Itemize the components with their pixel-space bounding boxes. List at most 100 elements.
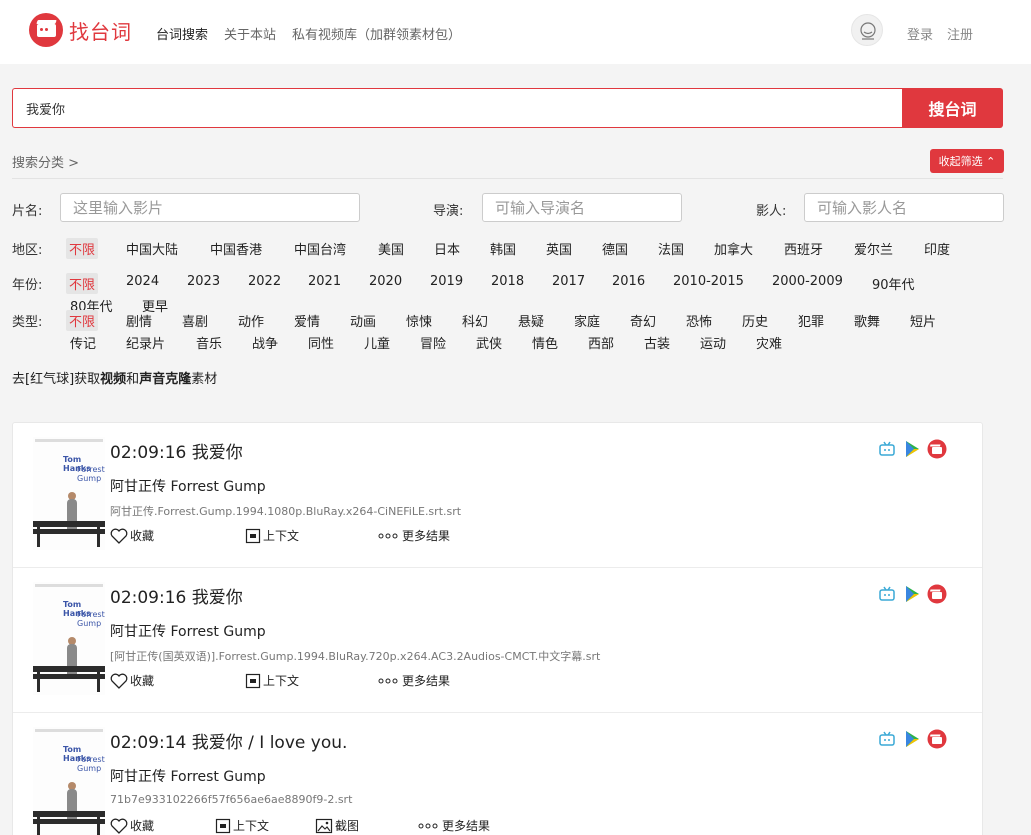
year-option[interactable]: 2022 bbox=[248, 274, 281, 289]
title-input[interactable] bbox=[60, 193, 360, 222]
genre-option[interactable]: 爱情 bbox=[294, 311, 320, 330]
avatar-icon[interactable] bbox=[851, 14, 883, 46]
genre-option[interactable]: 剧情 bbox=[126, 311, 152, 330]
play-store-icon[interactable] bbox=[902, 439, 922, 459]
region-option[interactable]: 中国香港 bbox=[210, 239, 262, 258]
register-link[interactable]: 注册 bbox=[947, 24, 973, 43]
nav-item-about[interactable]: 关于本站 bbox=[224, 24, 276, 43]
genre-option[interactable]: 纪录片 bbox=[126, 333, 165, 352]
region-option[interactable]: 德国 bbox=[602, 239, 628, 258]
context-button[interactable]: 上下文 bbox=[245, 672, 299, 689]
genre-option[interactable]: 古装 bbox=[644, 333, 670, 352]
movie-poster[interactable]: Tom Hanks Forrest Gump bbox=[33, 437, 105, 550]
favorite-button[interactable]: 收藏 bbox=[110, 672, 154, 689]
genre-option[interactable]: 西部 bbox=[588, 333, 614, 352]
region-option[interactable]: 中国台湾 bbox=[294, 239, 346, 258]
play-store-icon[interactable] bbox=[902, 584, 922, 604]
genre-option[interactable]: 儿童 bbox=[364, 333, 390, 352]
more-results-button[interactable]: 更多结果 bbox=[418, 817, 490, 834]
movie-title[interactable]: 阿甘正传 Forrest Gump bbox=[110, 766, 266, 786]
play-store-icon[interactable] bbox=[902, 729, 922, 749]
year-option[interactable]: 2021 bbox=[308, 274, 341, 289]
year-option[interactable]: 2010-2015 bbox=[673, 274, 744, 289]
region-option[interactable]: 不限 bbox=[66, 238, 99, 259]
genre-option[interactable]: 武侠 bbox=[476, 333, 502, 352]
site-logo[interactable]: 找台词 bbox=[29, 13, 132, 47]
more-results-button[interactable]: 更多结果 bbox=[378, 527, 450, 544]
context-button[interactable]: 上下文 bbox=[245, 527, 299, 544]
movie-title[interactable]: 阿甘正传 Forrest Gump bbox=[110, 621, 266, 641]
region-option[interactable]: 印度 bbox=[924, 239, 950, 258]
region-option[interactable]: 日本 bbox=[434, 239, 460, 258]
genre-option[interactable]: 动画 bbox=[350, 311, 376, 330]
favorite-button[interactable]: 收藏 bbox=[110, 527, 154, 544]
region-option[interactable]: 加拿大 bbox=[714, 239, 753, 258]
genre-option[interactable]: 不限 bbox=[66, 310, 99, 331]
genre-option[interactable]: 战争 bbox=[252, 333, 278, 352]
region-option[interactable]: 韩国 bbox=[490, 239, 516, 258]
region-option[interactable]: 中国大陆 bbox=[126, 239, 178, 258]
region-option[interactable]: 法国 bbox=[658, 239, 684, 258]
movie-poster[interactable]: Tom Hanks Forrest Gump bbox=[33, 727, 105, 835]
collapse-filter-button[interactable]: 收起筛选 ⌃ bbox=[930, 149, 1004, 173]
year-option[interactable]: 2024 bbox=[126, 274, 159, 289]
video-app-icon[interactable] bbox=[927, 584, 947, 604]
year-option[interactable]: 2017 bbox=[552, 274, 585, 289]
more-results-button[interactable]: 更多结果 bbox=[378, 672, 450, 689]
genre-option[interactable]: 灾难 bbox=[756, 333, 782, 352]
genre-option[interactable]: 科幻 bbox=[462, 311, 488, 330]
nav-item-private-library[interactable]: 私有视频库（加群领素材包） bbox=[292, 24, 461, 43]
subtitle-line[interactable]: 02:09:16 我爱你 bbox=[110, 583, 243, 608]
region-option[interactable]: 西班牙 bbox=[784, 239, 823, 258]
genre-option[interactable]: 恐怖 bbox=[686, 311, 712, 330]
year-option[interactable]: 2016 bbox=[612, 274, 645, 289]
bilibili-icon[interactable] bbox=[877, 729, 897, 749]
genre-option[interactable]: 惊悚 bbox=[406, 311, 432, 330]
bilibili-icon[interactable] bbox=[877, 584, 897, 604]
genre-option[interactable]: 冒险 bbox=[420, 333, 446, 352]
nav-item-line-search[interactable]: 台词搜索 bbox=[156, 24, 208, 43]
bilibili-icon[interactable] bbox=[877, 439, 897, 459]
genre-option[interactable]: 悬疑 bbox=[518, 311, 544, 330]
genre-option[interactable]: 短片 bbox=[910, 311, 936, 330]
subtitle-line[interactable]: 02:09:14 我爱你 / I love you. bbox=[110, 728, 347, 753]
year-option[interactable]: 90年代 bbox=[872, 274, 915, 293]
video-app-icon[interactable] bbox=[927, 729, 947, 749]
genre-option[interactable]: 同性 bbox=[308, 333, 334, 352]
subtitle-line[interactable]: 02:09:16 我爱你 bbox=[110, 438, 243, 463]
movie-poster[interactable]: Tom Hanks Forrest Gump bbox=[33, 582, 105, 695]
search-input[interactable] bbox=[12, 88, 903, 128]
year-option[interactable]: 2018 bbox=[491, 274, 524, 289]
movie-title[interactable]: 阿甘正传 Forrest Gump bbox=[110, 476, 266, 496]
favorite-button[interactable]: 收藏 bbox=[110, 817, 154, 834]
main-nav: 台词搜索 关于本站 私有视频库（加群领素材包） bbox=[156, 24, 477, 43]
search-button[interactable]: 搜台词 bbox=[902, 88, 1003, 128]
genre-option[interactable]: 歌舞 bbox=[854, 311, 880, 330]
genre-option[interactable]: 动作 bbox=[238, 311, 264, 330]
genre-option[interactable]: 犯罪 bbox=[798, 311, 824, 330]
year-option[interactable]: 2019 bbox=[430, 274, 463, 289]
genre-option[interactable]: 喜剧 bbox=[182, 311, 208, 330]
director-input[interactable] bbox=[482, 193, 682, 222]
genre-option[interactable]: 家庭 bbox=[574, 311, 600, 330]
actor-input[interactable] bbox=[804, 193, 1004, 222]
screenshot-button[interactable]: 截图 bbox=[315, 817, 359, 834]
genre-option[interactable]: 奇幻 bbox=[630, 311, 656, 330]
promo-link[interactable]: 去[红气球]获取视频和声音克隆素材 bbox=[12, 368, 217, 387]
year-option[interactable]: 2020 bbox=[369, 274, 402, 289]
year-option[interactable]: 2000-2009 bbox=[772, 274, 843, 289]
region-option[interactable]: 美国 bbox=[378, 239, 404, 258]
genre-option[interactable]: 运动 bbox=[700, 333, 726, 352]
context-button[interactable]: 上下文 bbox=[215, 817, 269, 834]
genre-option[interactable]: 音乐 bbox=[196, 333, 222, 352]
genre-option[interactable]: 传记 bbox=[70, 333, 96, 352]
video-app-icon[interactable] bbox=[927, 439, 947, 459]
year-option[interactable]: 2023 bbox=[187, 274, 220, 289]
login-link[interactable]: 登录 bbox=[907, 24, 933, 43]
year-option[interactable]: 不限 bbox=[66, 273, 99, 294]
genre-option[interactable]: 情色 bbox=[532, 333, 558, 352]
region-option[interactable]: 英国 bbox=[546, 239, 572, 258]
genre-option[interactable]: 历史 bbox=[742, 311, 768, 330]
region-option[interactable]: 爱尔兰 bbox=[854, 239, 893, 258]
filter-heading[interactable]: 搜索分类 > bbox=[12, 152, 79, 171]
